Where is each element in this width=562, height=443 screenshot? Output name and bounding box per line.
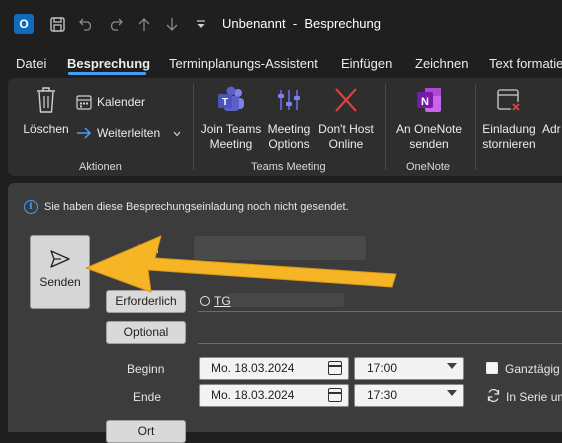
window-title: Unbenannt - Besprechung [222,16,381,31]
all-day-label: Ganztägig [505,362,560,376]
up-arrow-icon[interactable] [133,12,155,36]
delete-button[interactable]: Löschen [22,86,70,137]
ribbon-divider [385,84,386,170]
ribbon-divider [475,84,476,170]
recurrence-icon[interactable] [486,388,501,408]
outlook-logo-icon: O [14,14,34,34]
forward-button[interactable]: Weiterleiten [76,126,181,140]
active-tab-indicator [68,72,146,75]
address-book-label: Adr [542,122,561,136]
teams-icon: T [198,86,264,118]
send-to-onenote-button[interactable]: N An OneNote senden [390,86,468,152]
from-field[interactable] [194,236,366,260]
calendar-label: Kalender [97,95,146,109]
date-picker-icon[interactable] [328,361,342,375]
from-label: Von [138,242,159,256]
ribbon: Löschen Kalender Weiterleiten Aktionen T… [8,78,562,176]
recipient-entry[interactable]: TG [200,294,231,308]
tab-einfuegen[interactable]: Einfügen [341,56,392,71]
presence-indicator-icon [200,296,210,306]
start-time-select[interactable]: 17:00 [354,357,464,380]
down-arrow-icon[interactable] [161,12,183,36]
undo-icon[interactable] [75,12,97,36]
date-picker-icon[interactable] [328,388,342,402]
red-x-icon [314,86,378,118]
send-label: Senden [39,275,81,289]
group-label-teams-meeting: Teams Meeting [251,161,326,173]
tab-besprechung[interactable]: Besprechung [67,56,150,71]
chevron-down-icon[interactable] [173,126,181,140]
tab-terminplanungs-assistent[interactable]: Terminplanungs-Assistent [169,56,318,71]
send-button[interactable]: Senden [30,235,90,309]
optional-attendees-button[interactable]: Optional [106,321,186,344]
tab-zeichnen[interactable]: Zeichnen [415,56,468,71]
onenote-label-1: An OneNote [395,122,463,136]
end-date-input[interactable]: Mo. 18.03.2024 [199,384,349,407]
end-time-value: 17:30 [367,388,398,402]
info-icon: i [24,200,38,214]
calendar-icon [76,95,92,110]
svg-text:T: T [222,97,228,108]
cancel-invitation-label-2: stornieren [482,137,536,151]
meeting-options-icon [264,86,314,118]
start-date-value: Mo. 18.03.2024 [211,361,295,375]
delete-label: Löschen [23,122,69,136]
calendar-button[interactable]: Kalender [76,94,145,110]
recipient-name[interactable]: TG [214,294,231,308]
forward-arrow-icon [77,127,92,139]
cancel-invitation-button[interactable]: Einladung stornieren [478,86,540,152]
send-icon [50,250,70,268]
group-label-actions: Aktionen [79,161,122,173]
trash-icon [22,86,70,118]
cancel-invitation-label-1: Einladung [482,122,536,136]
address-book-button-partial[interactable]: Adr [542,122,562,137]
optional-field-underline [198,343,562,344]
save-icon[interactable] [46,12,68,36]
chevron-down-icon [447,390,457,396]
tab-text-formatieren[interactable]: Text formatie [489,56,562,71]
join-teams-label-1: Join Teams [200,122,262,136]
ribbon-divider [193,84,194,170]
dont-host-label-1: Don't Host [318,122,374,136]
cancel-calendar-icon [478,86,540,118]
join-teams-label-2: Meeting [209,137,253,151]
dont-host-online-button[interactable]: Don't Host Online [314,86,378,152]
meeting-options-button[interactable]: Meeting Options [264,86,314,152]
onenote-label-2: senden [409,137,449,151]
end-time-select[interactable]: 17:30 [354,384,464,407]
redo-icon[interactable] [104,12,126,36]
meeting-options-label-2: Options [268,137,310,151]
chevron-down-icon [447,363,457,369]
info-bar: i Sie haben diese Besprechungseinladung … [24,200,349,214]
onenote-icon: N [390,86,468,118]
customize-quick-access-icon[interactable] [190,12,212,36]
title-bar: O Unbenannt - Besprechung [0,0,562,48]
svg-text:N: N [421,96,429,108]
end-label: Ende [133,390,162,404]
start-label: Beginn [127,362,165,376]
forward-label: Weiterleiten [97,126,161,140]
start-time-value: 17:00 [367,361,398,375]
all-day-checkbox[interactable] [486,362,498,374]
tab-datei[interactable]: Datei [16,56,46,71]
end-date-value: Mo. 18.03.2024 [211,388,295,402]
join-teams-meeting-button[interactable]: T Join Teams Meeting [198,86,264,152]
info-text: Sie haben diese Besprechungseinladung no… [44,201,349,213]
start-date-input[interactable]: Mo. 18.03.2024 [199,357,349,380]
meeting-options-label-1: Meeting [267,122,311,136]
required-attendees-button[interactable]: Erforderlich [106,290,186,313]
dont-host-label-2: Online [328,137,364,151]
group-label-onenote: OneNote [406,161,451,173]
recurrence-label[interactable]: In Serie um [506,390,562,404]
recipient-address-redacted [228,293,344,307]
required-field-underline [198,311,562,312]
